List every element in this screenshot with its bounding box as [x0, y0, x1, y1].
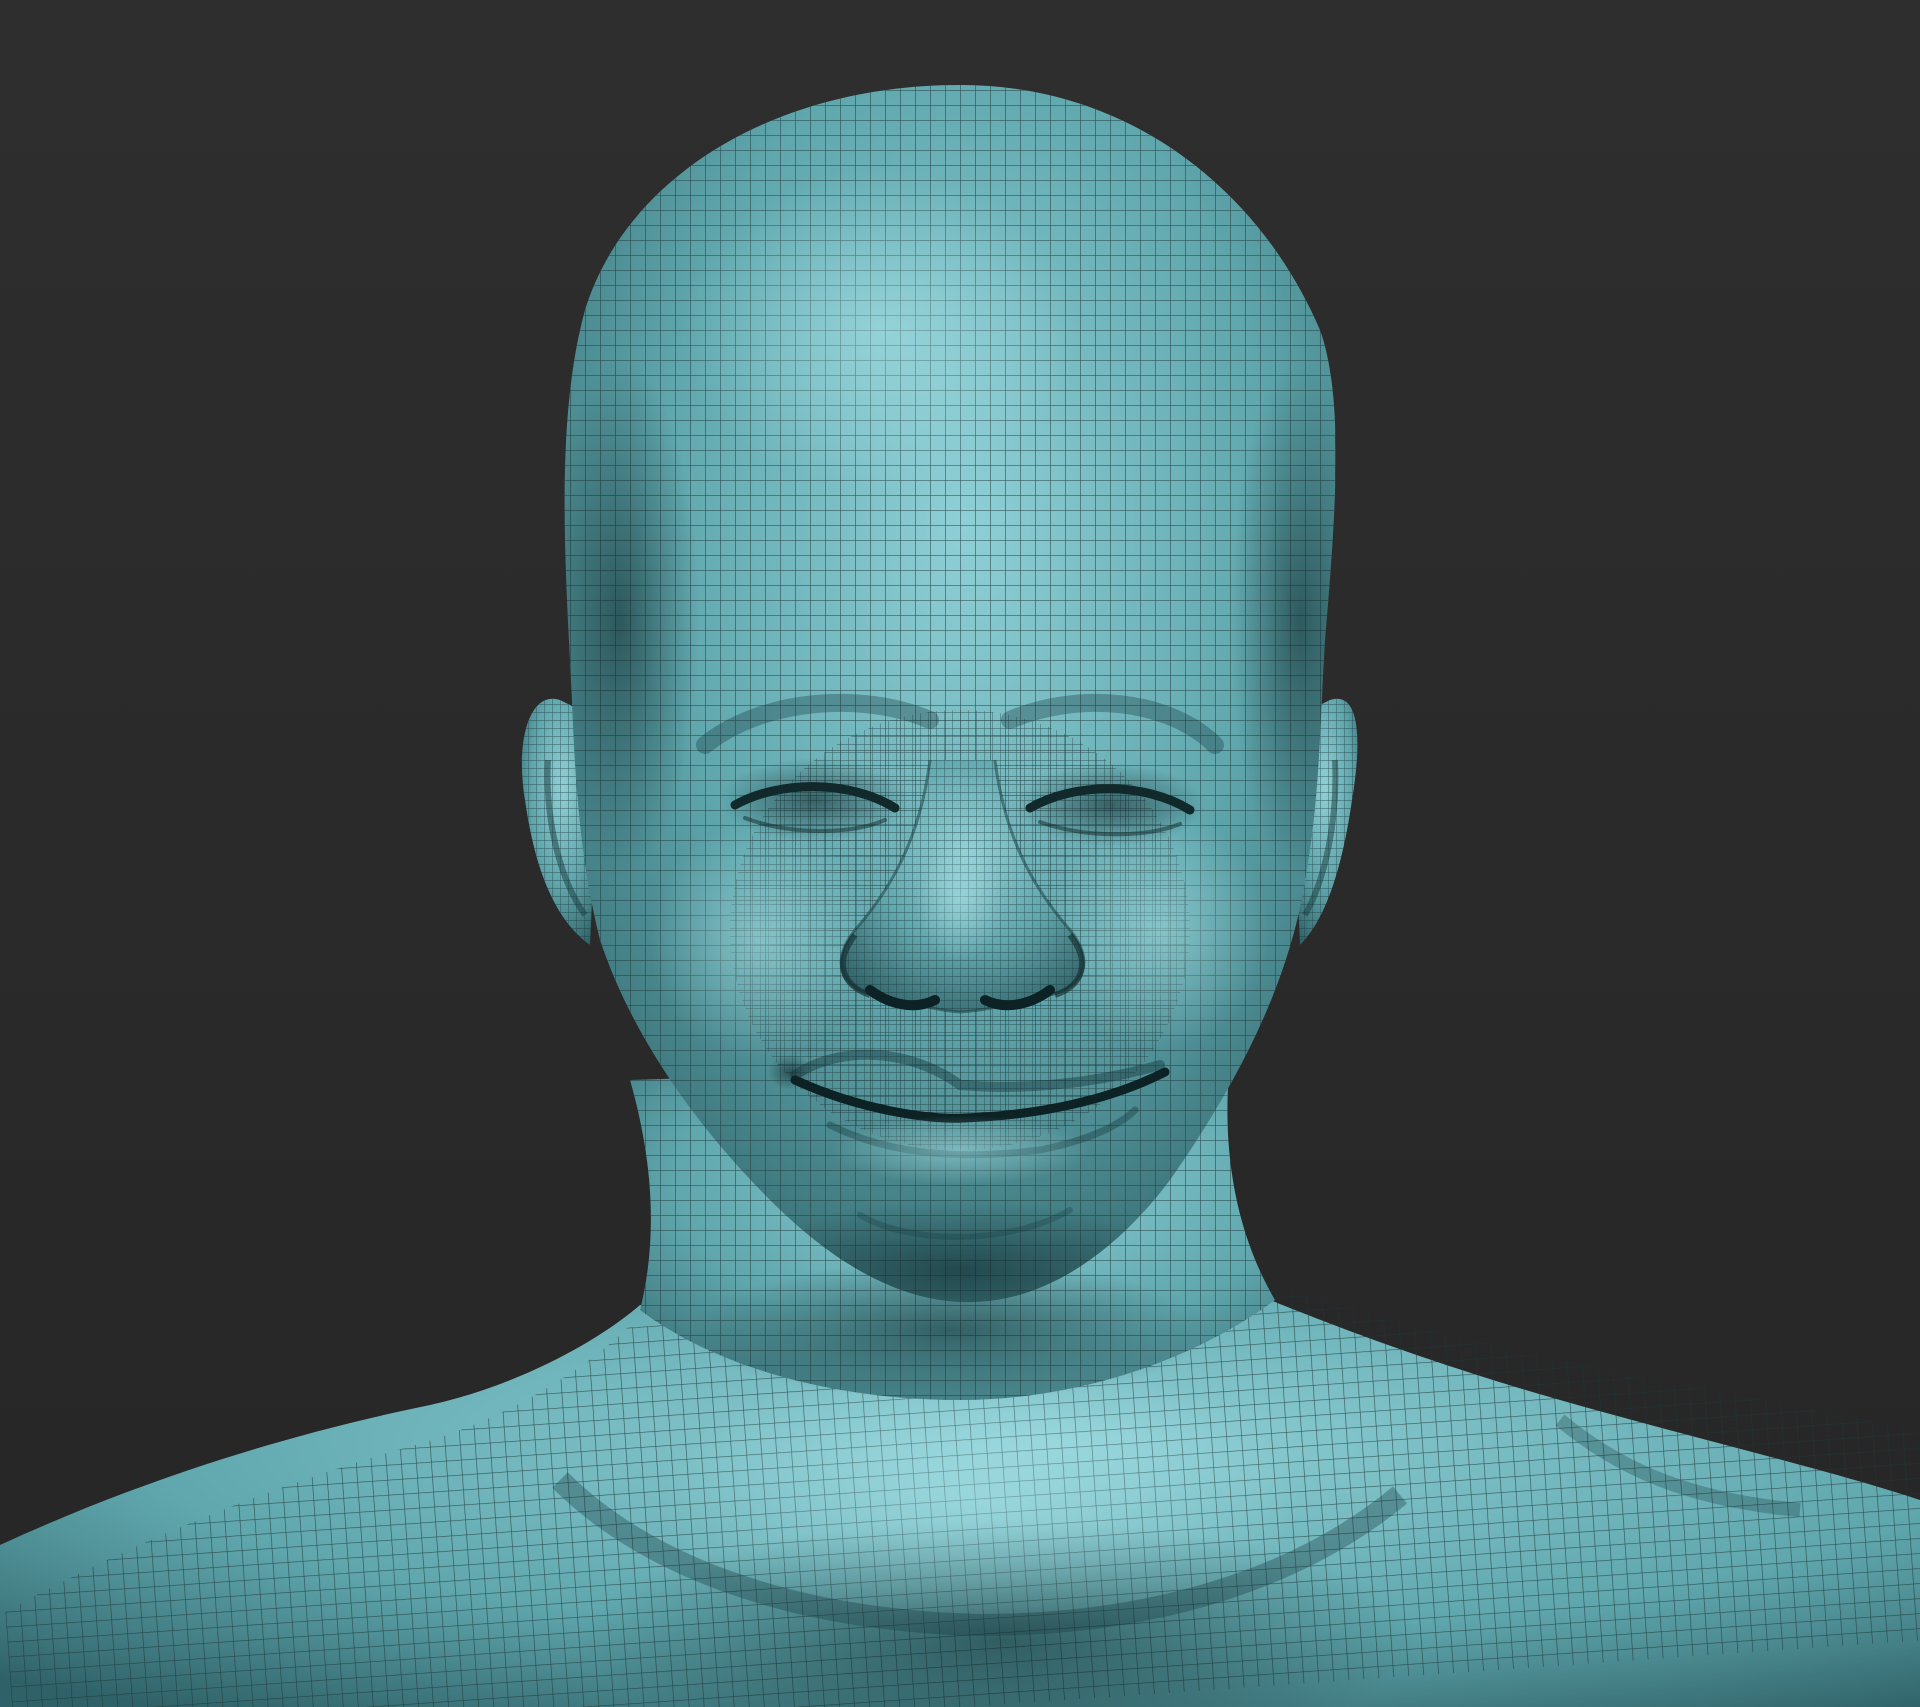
left-eye-closed: [720, 758, 910, 842]
right-eye-closed: [1015, 763, 1205, 847]
mesh-render: [0, 0, 1920, 1707]
3d-viewport[interactable]: [0, 0, 1920, 1707]
